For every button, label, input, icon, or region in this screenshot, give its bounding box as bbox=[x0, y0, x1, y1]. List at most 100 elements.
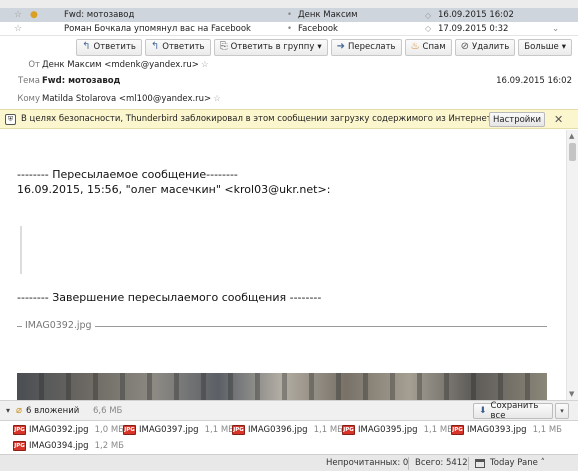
reply-icon: ↰ bbox=[82, 41, 91, 52]
attachment-name: IMAG0392.jpg bbox=[29, 425, 89, 435]
attachment-size: 1,1 МБ bbox=[204, 425, 234, 435]
chevron-down-icon: ▾ bbox=[561, 42, 566, 52]
forward-header: -------- Пересылаемое сообщение-------- bbox=[17, 168, 238, 181]
options-button[interactable]: Настройки bbox=[489, 112, 545, 127]
reply-list-button[interactable]: ⎘ Ответить в группу ▾ bbox=[213, 38, 328, 56]
image-file-icon: JPG bbox=[232, 425, 245, 435]
message-list-row-selected[interactable]: ☆ ● Fwd: мотозавод • Денк Максим ◇ 16.09… bbox=[0, 8, 578, 22]
attachment-divider bbox=[17, 326, 547, 327]
star-icon[interactable]: ☆ bbox=[14, 10, 22, 20]
vertical-scrollbar[interactable]: ▲ ▼ bbox=[566, 130, 578, 400]
attachment-size: 1,1 МБ bbox=[313, 425, 343, 435]
from-value[interactable]: Денк Максим <mdenk@yandex.ru> ☆ bbox=[42, 60, 209, 70]
attachment-name: IMAG0396.jpg bbox=[248, 425, 308, 435]
forward-from: 16.09.2015, 15:56, "олег масечкин" <krol… bbox=[17, 183, 331, 196]
attachment-item[interactable]: JPG IMAG0395.jpg 1,1 МБ bbox=[342, 423, 453, 437]
message-list-row-partial[interactable] bbox=[0, 0, 578, 8]
read-status-icon[interactable]: • bbox=[287, 24, 292, 34]
message-subject: Fwd: мотозавод bbox=[64, 10, 135, 20]
more-button[interactable]: Больше ▾ bbox=[518, 38, 572, 56]
message-body: -------- Пересылаемое сообщение-------- … bbox=[0, 130, 566, 400]
image-file-icon: JPG bbox=[123, 425, 136, 435]
junk-button[interactable]: ♨ Спам bbox=[404, 38, 452, 56]
collapse-toggle-icon[interactable]: ▾ bbox=[6, 406, 10, 415]
subject-label: Тема bbox=[17, 75, 40, 86]
reply-button[interactable]: ↰ Ответить bbox=[76, 38, 142, 56]
attachment-count[interactable]: 6 вложений bbox=[26, 406, 79, 416]
reply-list-icon: ⎘ bbox=[219, 41, 228, 52]
header-subject: Тема Fwd: мотозавод 16.09.2015 16:02 bbox=[0, 73, 578, 88]
download-icon: ⬇ bbox=[479, 406, 487, 416]
attachment-size: 1,0 МБ bbox=[94, 425, 124, 435]
inline-attachment-name: IMAG0392.jpg bbox=[22, 320, 95, 331]
attachment-item[interactable]: JPG IMAG0396.jpg 1,1 МБ bbox=[232, 423, 343, 437]
shield-icon: ⛨ bbox=[5, 113, 16, 125]
delete-label: Удалить bbox=[472, 42, 510, 52]
attachment-total-size: 6,6 МБ bbox=[93, 405, 123, 416]
scroll-down-icon[interactable]: ▼ bbox=[569, 390, 574, 398]
forward-label: Переслать bbox=[348, 42, 396, 52]
image-file-icon: JPG bbox=[451, 425, 464, 435]
attachment-item[interactable]: JPG IMAG0397.jpg 1,1 МБ bbox=[123, 423, 234, 437]
total-count: Всего: 5412 bbox=[415, 458, 468, 468]
delete-icon: ⊘ bbox=[460, 41, 470, 52]
reply-all-icon: ↰ bbox=[150, 41, 160, 52]
reply-all-button[interactable]: ↰ Ответить bbox=[144, 38, 211, 56]
attachment-size: 1,1 МБ bbox=[423, 425, 453, 435]
message-author: Facebook bbox=[298, 23, 338, 34]
status-bar: Непрочитанных: 0 Всего: 5412 Today Pane … bbox=[0, 454, 578, 471]
paperclip-icon: ⌀ bbox=[16, 405, 23, 416]
notification-text: В целях безопасности, Thunderbird заблок… bbox=[21, 114, 500, 124]
message-author: Денк Максим bbox=[298, 10, 358, 20]
to-value[interactable]: Matilda Stolarova <ml100@yandex.ru> ☆ bbox=[42, 94, 221, 104]
attachment-item[interactable]: JPG IMAG0394.jpg 1,2 МБ bbox=[13, 439, 124, 453]
attachment-image-preview[interactable] bbox=[17, 373, 547, 400]
reply-label: Ответить bbox=[93, 42, 136, 52]
today-pane-toggle[interactable]: Today Pane ˄ bbox=[490, 458, 545, 468]
star-icon[interactable]: ☆ bbox=[14, 24, 22, 34]
header-from: От Денк Максим <mdenk@yandex.ru> ☆ bbox=[0, 57, 578, 72]
star-icon[interactable]: ☆ bbox=[201, 60, 209, 70]
chevron-up-icon: ˄ bbox=[540, 458, 545, 468]
close-icon[interactable]: ✕ bbox=[554, 113, 563, 126]
to-address[interactable]: Matilda Stolarova <ml100@yandex.ru> bbox=[42, 94, 211, 104]
scrollbar-thumb[interactable] bbox=[569, 143, 576, 161]
attachment-size: 1,2 МБ bbox=[94, 441, 124, 451]
chevron-down-icon: ▾ bbox=[317, 42, 322, 52]
attachment-name: IMAG0395.jpg bbox=[358, 425, 418, 435]
delete-button[interactable]: ⊘ Удалить bbox=[454, 38, 516, 56]
to-label: Кому bbox=[17, 93, 40, 104]
thread-icon: ● bbox=[30, 10, 38, 20]
reply-all-label: Ответить bbox=[162, 42, 205, 52]
reply-list-label: Ответить в группу bbox=[230, 42, 315, 52]
save-all-button[interactable]: ⬇ Сохранить все bbox=[473, 401, 553, 421]
header-to: Кому Matilda Stolarova <ml100@yandex.ru>… bbox=[0, 91, 578, 106]
calendar-icon bbox=[475, 458, 485, 468]
attachments-bar: ▾ ⌀ 6 вложений 6,6 МБ ⬇ Сохранить все ▾ bbox=[0, 400, 578, 421]
from-address[interactable]: Денк Максим <mdenk@yandex.ru> bbox=[42, 60, 199, 70]
attachment-name: IMAG0397.jpg bbox=[139, 425, 199, 435]
attachment-list: JPG IMAG0392.jpg 1,0 МБ JPG IMAG0397.jpg… bbox=[0, 422, 578, 454]
flame-icon: ♨ bbox=[410, 41, 420, 52]
unread-count: Непрочитанных: 0 bbox=[326, 458, 409, 468]
forward-end: -------- Завершение пересылаемого сообще… bbox=[17, 291, 322, 304]
junk-status-icon[interactable]: ◇ bbox=[425, 11, 431, 20]
junk-status-icon[interactable]: ◇ bbox=[425, 24, 431, 33]
attachment-item[interactable]: JPG IMAG0393.jpg 1,1 МБ bbox=[451, 423, 562, 437]
attachment-item[interactable]: JPG IMAG0392.jpg 1,0 МБ bbox=[13, 423, 124, 437]
more-label: Больше bbox=[524, 42, 559, 52]
message-header-toolbar: ↰ Ответить ↰ Ответить ⎘ Ответить в групп… bbox=[0, 37, 578, 57]
today-pane-label: Today Pane bbox=[490, 458, 538, 468]
scroll-up-icon[interactable]: ▲ bbox=[569, 132, 574, 140]
read-status-icon[interactable]: • bbox=[287, 10, 292, 20]
attachment-name: IMAG0393.jpg bbox=[467, 425, 527, 435]
remote-content-notification: ⛨ В целях безопасности, Thunderbird забл… bbox=[0, 109, 578, 129]
forward-icon: ➜ bbox=[336, 41, 346, 52]
message-date: 16.09.2015 16:02 bbox=[438, 10, 514, 20]
from-label: От bbox=[28, 59, 40, 70]
message-list-row[interactable]: ☆ Роман Бочкала упомянул вас на Facebook… bbox=[0, 22, 578, 36]
forward-button[interactable]: ➜ Переслать bbox=[330, 38, 402, 56]
save-all-dropdown[interactable]: ▾ bbox=[555, 403, 569, 419]
image-file-icon: JPG bbox=[13, 425, 26, 435]
star-icon[interactable]: ☆ bbox=[213, 94, 221, 104]
